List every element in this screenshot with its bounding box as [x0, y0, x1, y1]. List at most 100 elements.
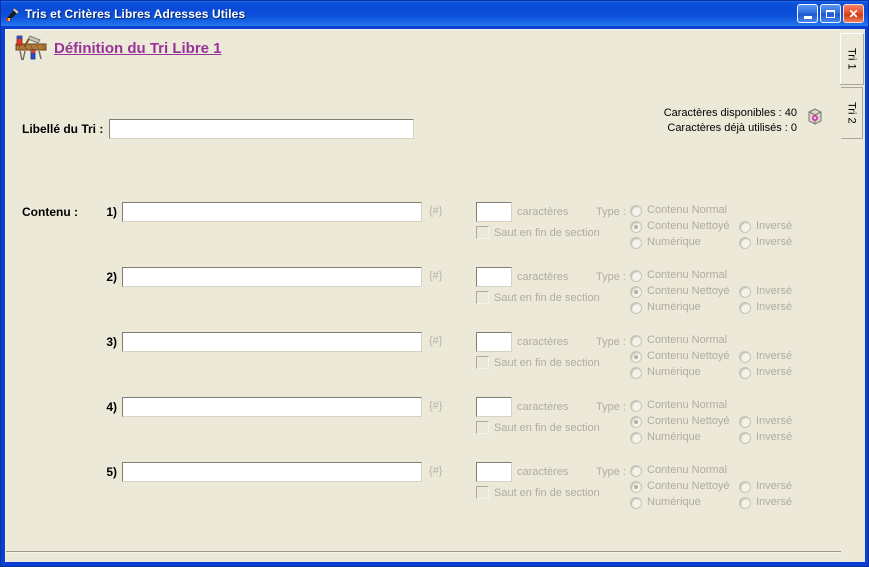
criteria-chars-input[interactable] [476, 202, 512, 222]
radio-contenu-normal[interactable] [630, 400, 642, 412]
radio-inverse-1-label: Inversé [756, 480, 793, 492]
radio-inverse-1[interactable] [739, 481, 751, 493]
criteria-row: 3) {#} caractères Saut en fin de section Typ… [6, 330, 841, 388]
minimize-button[interactable] [797, 4, 818, 23]
radio-inverse-1-label: Inversé [756, 285, 793, 297]
radio-contenu-normal[interactable] [630, 270, 642, 282]
criteria-hash-hint: {#} [429, 465, 443, 477]
saut-en-fin-de-section-label: Saut en fin de section [494, 292, 600, 304]
criteria-value-input[interactable] [122, 332, 422, 352]
radio-inverse-1-label: Inversé [756, 350, 793, 362]
radio-contenu-normal[interactable] [630, 335, 642, 347]
saut-en-fin-de-section-checkbox[interactable] [476, 356, 489, 369]
libelle-row: Libellé du Tri : [22, 119, 415, 139]
saut-en-fin-de-section-checkbox[interactable] [476, 291, 489, 304]
maximize-button[interactable] [820, 4, 841, 23]
radio-inverse-1[interactable] [739, 416, 751, 428]
radio-inverse-2-label: Inversé [756, 431, 793, 443]
saut-en-fin-de-section-label: Saut en fin de section [494, 487, 600, 499]
radio-contenu-nettoye[interactable] [630, 481, 642, 493]
radio-contenu-normal[interactable] [630, 205, 642, 217]
close-icon: ✕ [848, 6, 859, 21]
radio-inverse-2[interactable] [739, 302, 751, 314]
radio-contenu-nettoye-label: Contenu Nettoyé [647, 350, 730, 362]
tab-tri-2[interactable]: Tri 2 [841, 87, 863, 139]
tab-tri-1-label: Tri 1 [845, 48, 858, 70]
radio-numerique[interactable] [630, 237, 642, 249]
radio-inverse-2[interactable] [739, 367, 751, 379]
radio-contenu-normal-label: Contenu Normal [647, 464, 728, 476]
criteria-value-input[interactable] [122, 462, 422, 482]
radio-contenu-nettoye-label: Contenu Nettoyé [647, 220, 730, 232]
page-header: Définition du Tri Libre 1 [14, 34, 222, 62]
criteria-chars-input[interactable] [476, 332, 512, 352]
title-bar[interactable]: Tris et Critères Libres Adresses Utiles … [1, 1, 868, 26]
radio-contenu-nettoye[interactable] [630, 416, 642, 428]
radio-contenu-normal[interactable] [630, 465, 642, 477]
criteria-row: 1) {#} caractères Saut en fin de section Typ… [6, 200, 841, 258]
chars-available-label: Caractères disponibles : 40 [663, 107, 797, 119]
radio-contenu-nettoye-label: Contenu Nettoyé [647, 285, 730, 297]
window-controls: ✕ [797, 4, 866, 23]
criteria-chars-input[interactable] [476, 267, 512, 287]
radio-inverse-2[interactable] [739, 432, 751, 444]
radio-inverse-1[interactable] [739, 351, 751, 363]
radio-inverse-1[interactable] [739, 221, 751, 233]
character-counters: Caractères disponibles : 40 Caractères d… [664, 106, 797, 136]
criteria-hash-hint: {#} [429, 270, 443, 282]
criteria-chars-input[interactable] [476, 397, 512, 417]
criteria-type-label: Type : [596, 466, 626, 478]
libelle-input[interactable] [109, 119, 415, 139]
recycle-bin-icon[interactable] [805, 106, 825, 126]
criteria-chars-label: caractères [517, 401, 569, 413]
radio-numerique-label: Numérique [647, 301, 701, 313]
saut-en-fin-de-section-checkbox[interactable] [476, 226, 489, 239]
radio-numerique-label: Numérique [647, 236, 701, 248]
radio-contenu-nettoye-label: Contenu Nettoyé [647, 480, 730, 492]
criteria-row: 4) {#} caractères Saut en fin de section Typ… [6, 395, 841, 453]
criteria-row: 5) {#} caractères Saut en fin de section Typ… [6, 460, 841, 518]
radio-numerique[interactable] [630, 497, 642, 509]
chars-used-label: Caractères déjà utilisés : 0 [667, 122, 797, 134]
criteria-chars-label: caractères [517, 271, 569, 283]
criteria-chars-label: caractères [517, 206, 569, 218]
saut-en-fin-de-section-label: Saut en fin de section [494, 357, 600, 369]
radio-inverse-2[interactable] [739, 237, 751, 249]
close-button[interactable]: ✕ [843, 4, 864, 23]
criteria-row: 2) {#} caractères Saut en fin de section Typ… [6, 265, 841, 323]
criteria-value-input[interactable] [122, 267, 422, 287]
minimize-icon [803, 15, 812, 19]
saut-en-fin-de-section-checkbox[interactable] [476, 486, 489, 499]
criteria-chars-input[interactable] [476, 462, 512, 482]
radio-contenu-nettoye-label: Contenu Nettoyé [647, 415, 730, 427]
radio-inverse-2-label: Inversé [756, 301, 793, 313]
radio-contenu-normal-label: Contenu Normal [647, 269, 728, 281]
criteria-hash-hint: {#} [429, 205, 443, 217]
saut-en-fin-de-section-checkbox[interactable] [476, 421, 489, 434]
radio-contenu-normal-label: Contenu Normal [647, 399, 728, 411]
radio-contenu-nettoye[interactable] [630, 351, 642, 363]
radio-numerique[interactable] [630, 367, 642, 379]
tab-tri-1[interactable]: Tri 1 [840, 33, 864, 85]
footer-divider [6, 551, 841, 553]
workbench-tools-icon [14, 34, 48, 62]
criteria-chars-label: caractères [517, 336, 569, 348]
radio-numerique-label: Numérique [647, 496, 701, 508]
radio-numerique[interactable] [630, 302, 642, 314]
radio-inverse-1-label: Inversé [756, 415, 793, 427]
window-title: Tris et Critères Libres Adresses Utiles [25, 6, 246, 21]
criteria-value-input[interactable] [122, 397, 422, 417]
radio-numerique-label: Numérique [647, 366, 701, 378]
saut-en-fin-de-section-label: Saut en fin de section [494, 227, 600, 239]
radio-inverse-2-label: Inversé [756, 236, 793, 248]
criteria-type-label: Type : [596, 206, 626, 218]
radio-inverse-2[interactable] [739, 497, 751, 509]
radio-contenu-nettoye[interactable] [630, 286, 642, 298]
criteria-value-input[interactable] [122, 202, 422, 222]
radio-contenu-nettoye[interactable] [630, 221, 642, 233]
saut-en-fin-de-section-label: Saut en fin de section [494, 422, 600, 434]
criteria-row-number: 1) [106, 205, 117, 219]
radio-numerique[interactable] [630, 432, 642, 444]
criteria-chars-label: caractères [517, 466, 569, 478]
radio-inverse-1[interactable] [739, 286, 751, 298]
